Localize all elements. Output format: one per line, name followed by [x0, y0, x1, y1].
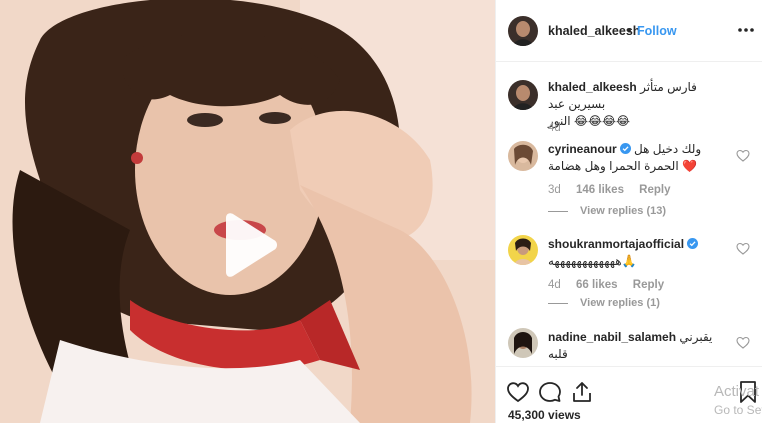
verified-badge-icon: [687, 237, 699, 249]
comment-avatar[interactable]: [508, 141, 538, 171]
avatar-image: [508, 80, 538, 110]
header-separator: •: [627, 24, 632, 38]
like-comment-heart-icon[interactable]: [736, 242, 750, 256]
view-replies-label: View replies (13): [580, 205, 667, 217]
comment-text: cyrineanour ولك دخيل هل الحمرة الحمرا وه…: [548, 141, 728, 175]
like-heart-icon[interactable]: [506, 380, 530, 404]
like-comment-heart-icon[interactable]: [736, 336, 750, 350]
like-comment-heart-icon[interactable]: [736, 149, 750, 163]
follow-button[interactable]: Follow: [637, 24, 677, 38]
avatar-image: [508, 16, 538, 46]
caption-meta: 4d: [548, 122, 573, 134]
caption-text-line2: النور 😂😂😂😂: [548, 114, 631, 128]
caption-avatar[interactable]: [508, 80, 538, 110]
comment-meta: 4d 66 likes Reply: [548, 279, 676, 291]
replies-divider: [548, 302, 568, 304]
comment-likes[interactable]: 66 likes: [576, 279, 618, 291]
comment-username[interactable]: nadine_nabil_salameh: [548, 330, 676, 344]
windows-activation-watermark: Activat: [714, 383, 760, 400]
view-replies-label: View replies (1): [580, 297, 660, 309]
avatar-image: [508, 328, 538, 358]
verified-badge-icon: [619, 142, 631, 154]
play-button[interactable]: [218, 212, 278, 278]
comment-avatar[interactable]: [508, 328, 538, 358]
comment-username[interactable]: shoukranmortajaofficial: [548, 237, 684, 251]
comment-text-line1: ههههههههههههه🙏: [548, 254, 637, 268]
comment-time: 4d: [548, 279, 561, 291]
comment-avatar[interactable]: [508, 235, 538, 265]
post-actions-bar: 45,300 views Activat Go to Set: [496, 366, 762, 423]
comments-list[interactable]: khaled_alkeesh فارس متأثر بسيرين عبد الن…: [496, 63, 762, 376]
caption-username[interactable]: khaled_alkeesh: [548, 80, 637, 94]
comment-meta: 3d 146 likes Reply: [548, 184, 683, 196]
replies-divider: [548, 210, 568, 212]
comment-bubble-icon[interactable]: [538, 380, 562, 404]
comment-text: shoukranmortajaofficial ههههههههههههه🙏: [548, 236, 728, 270]
more-options-icon[interactable]: [734, 20, 758, 40]
views-count[interactable]: 45,300 views: [508, 408, 581, 422]
comment-username[interactable]: cyrineanour: [548, 142, 617, 156]
reply-button[interactable]: Reply: [639, 184, 670, 196]
comment-time: 3d: [548, 184, 561, 196]
reply-button[interactable]: Reply: [633, 279, 664, 291]
caption-text: khaled_alkeesh فارس متأثر بسيرين عبد الن…: [548, 79, 728, 130]
avatar[interactable]: [508, 16, 538, 46]
comment-text-line1: ولك دخيل هل: [634, 142, 702, 156]
play-icon: [226, 213, 277, 277]
post-side-panel: khaled_alkeesh • Follow khaled_alkeesh ف…: [495, 0, 762, 423]
view-replies-button[interactable]: View replies (1): [548, 297, 660, 309]
view-replies-button[interactable]: View replies (13): [548, 205, 666, 217]
avatar-image: [508, 235, 538, 265]
windows-activation-hint: Go to Set: [714, 403, 762, 417]
avatar-image: [508, 141, 538, 171]
post-header: khaled_alkeesh • Follow: [496, 0, 762, 62]
comment-text-line2: الحمرة الحمرا وهل هضامة ❤️: [548, 159, 697, 173]
caption-time: 4d: [548, 122, 561, 134]
video-player[interactable]: [0, 0, 495, 423]
share-icon[interactable]: [570, 380, 594, 404]
comment-likes[interactable]: 146 likes: [576, 184, 624, 196]
